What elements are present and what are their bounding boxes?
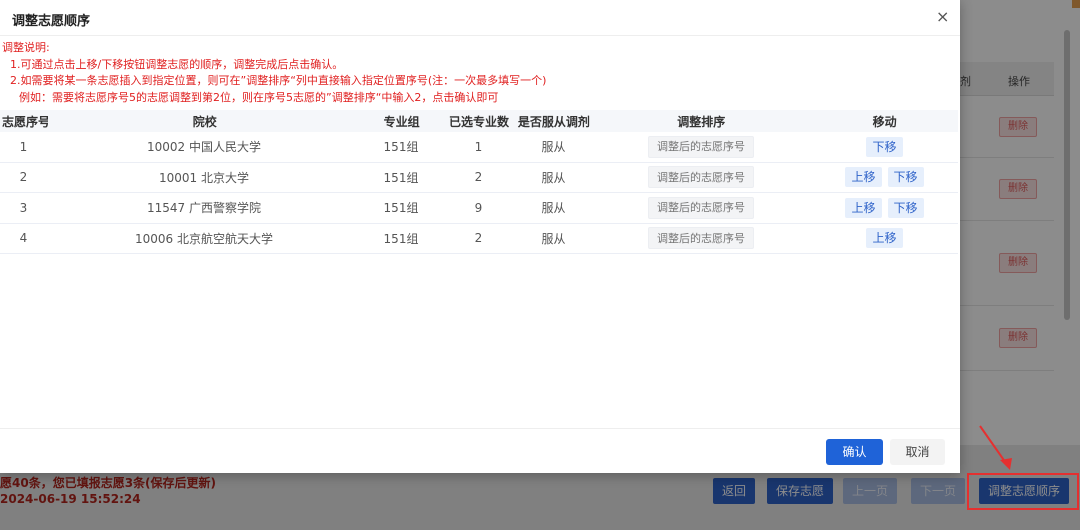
instructions-heading: 调整说明: xyxy=(2,41,50,54)
table-row: 4 10006 北京航空航天大学 151组 2 服从 上移 xyxy=(0,224,958,254)
instructions-line-1: 1.可通过点击上移/下移按钮调整志愿的顺序，调整完成后点击确认。 xyxy=(10,57,344,71)
row-obey: 服从 xyxy=(541,231,566,246)
row-obey: 服从 xyxy=(541,140,566,155)
header-obey: 是否服从调剂 xyxy=(517,114,590,129)
header-group: 专业组 xyxy=(383,114,420,129)
dialog-title: 调整志愿顺序 xyxy=(12,14,91,29)
annotation-arrow-icon xyxy=(979,425,1012,470)
row-school: 11547 广西警察学院 xyxy=(147,201,261,216)
row-move-cell: 下移 xyxy=(811,136,958,157)
table-row: 2 10001 北京大学 151组 2 服从 上移下移 xyxy=(0,163,958,193)
header-move: 移动 xyxy=(872,114,897,129)
row-group: 151组 xyxy=(383,140,419,155)
header-count: 已选专业数 xyxy=(449,114,510,129)
row-obey: 服从 xyxy=(541,201,566,216)
row-count: 1 xyxy=(474,139,483,154)
header-school: 院校 xyxy=(192,114,217,129)
row-count: 9 xyxy=(474,200,483,215)
dialog-footer: 确认 取消 xyxy=(0,428,960,473)
confirm-button[interactable]: 确认 xyxy=(826,439,883,465)
move-down-button[interactable]: 下移 xyxy=(887,167,924,188)
annotation-highlight-box xyxy=(967,473,1079,510)
instructions-line-2: 2.如需要将某一条志愿插入到指定位置，则可在”调整排序“列中直接输入指定位置序号… xyxy=(10,74,547,87)
header-rank: 调整排序 xyxy=(677,114,726,129)
row-count: 2 xyxy=(474,231,483,246)
move-down-button[interactable]: 下移 xyxy=(866,136,903,157)
row-rank-cell xyxy=(591,196,811,219)
row-rank-cell xyxy=(591,135,811,158)
row-obey: 服从 xyxy=(541,170,566,185)
row-group: 151组 xyxy=(383,201,419,216)
instructions-line-3: 例如：需要将志愿序号5的志愿调整到第2位，则在序号5志愿的”调整排序“中输入2，… xyxy=(19,90,499,104)
choices-table: 志愿序号 院校 专业组 已选专业数 是否服从调剂 调整排序 移动 1 10002… xyxy=(0,110,958,254)
rank-input[interactable] xyxy=(648,196,754,219)
move-up-button[interactable]: 上移 xyxy=(845,197,882,218)
move-up-button[interactable]: 上移 xyxy=(866,228,903,249)
rank-input[interactable] xyxy=(648,135,754,158)
row-index: 2 xyxy=(19,170,28,185)
row-index: 3 xyxy=(19,200,28,215)
table-row: 3 11547 广西警察学院 151组 9 服从 上移下移 xyxy=(0,193,958,224)
row-rank-cell xyxy=(591,227,811,250)
header-index: 志愿序号 xyxy=(2,114,48,129)
row-group: 151组 xyxy=(383,170,419,185)
row-index: 4 xyxy=(19,231,28,246)
row-index: 1 xyxy=(19,139,28,154)
table-header: 志愿序号 院校 专业组 已选专业数 是否服从调剂 调整排序 移动 xyxy=(0,110,958,132)
row-rank-cell xyxy=(591,166,811,189)
move-up-button[interactable]: 上移 xyxy=(845,167,882,188)
row-school: 10002 中国人民大学 xyxy=(147,140,261,155)
close-icon[interactable]: × xyxy=(936,7,949,26)
cancel-button[interactable]: 取消 xyxy=(890,439,945,465)
move-down-button[interactable]: 下移 xyxy=(887,197,924,218)
adjust-order-dialog: 调整志愿顺序 × 调整说明: 1.可通过点击上移/下移按钮调整志愿的顺序，调整完… xyxy=(0,0,960,473)
rank-input[interactable] xyxy=(648,166,754,189)
table-row: 1 10002 中国人民大学 151组 1 服从 下移 xyxy=(0,132,958,163)
row-move-cell: 上移 下移 xyxy=(811,197,958,218)
rank-input[interactable] xyxy=(648,227,754,250)
row-school: 10006 北京航空航天大学 xyxy=(135,231,273,246)
row-school: 10001 北京大学 xyxy=(159,170,249,185)
dialog-header: 调整志愿顺序 × xyxy=(0,0,960,36)
row-move-cell: 上移 xyxy=(811,228,958,249)
row-count: 2 xyxy=(474,170,483,185)
row-move-cell: 上移 下移 xyxy=(811,167,958,188)
row-group: 151组 xyxy=(383,231,419,246)
adjust-instructions: 调整说明: 1.可通过点击上移/下移按钮调整志愿的顺序，调整完成后点击确认。 2… xyxy=(2,40,546,106)
